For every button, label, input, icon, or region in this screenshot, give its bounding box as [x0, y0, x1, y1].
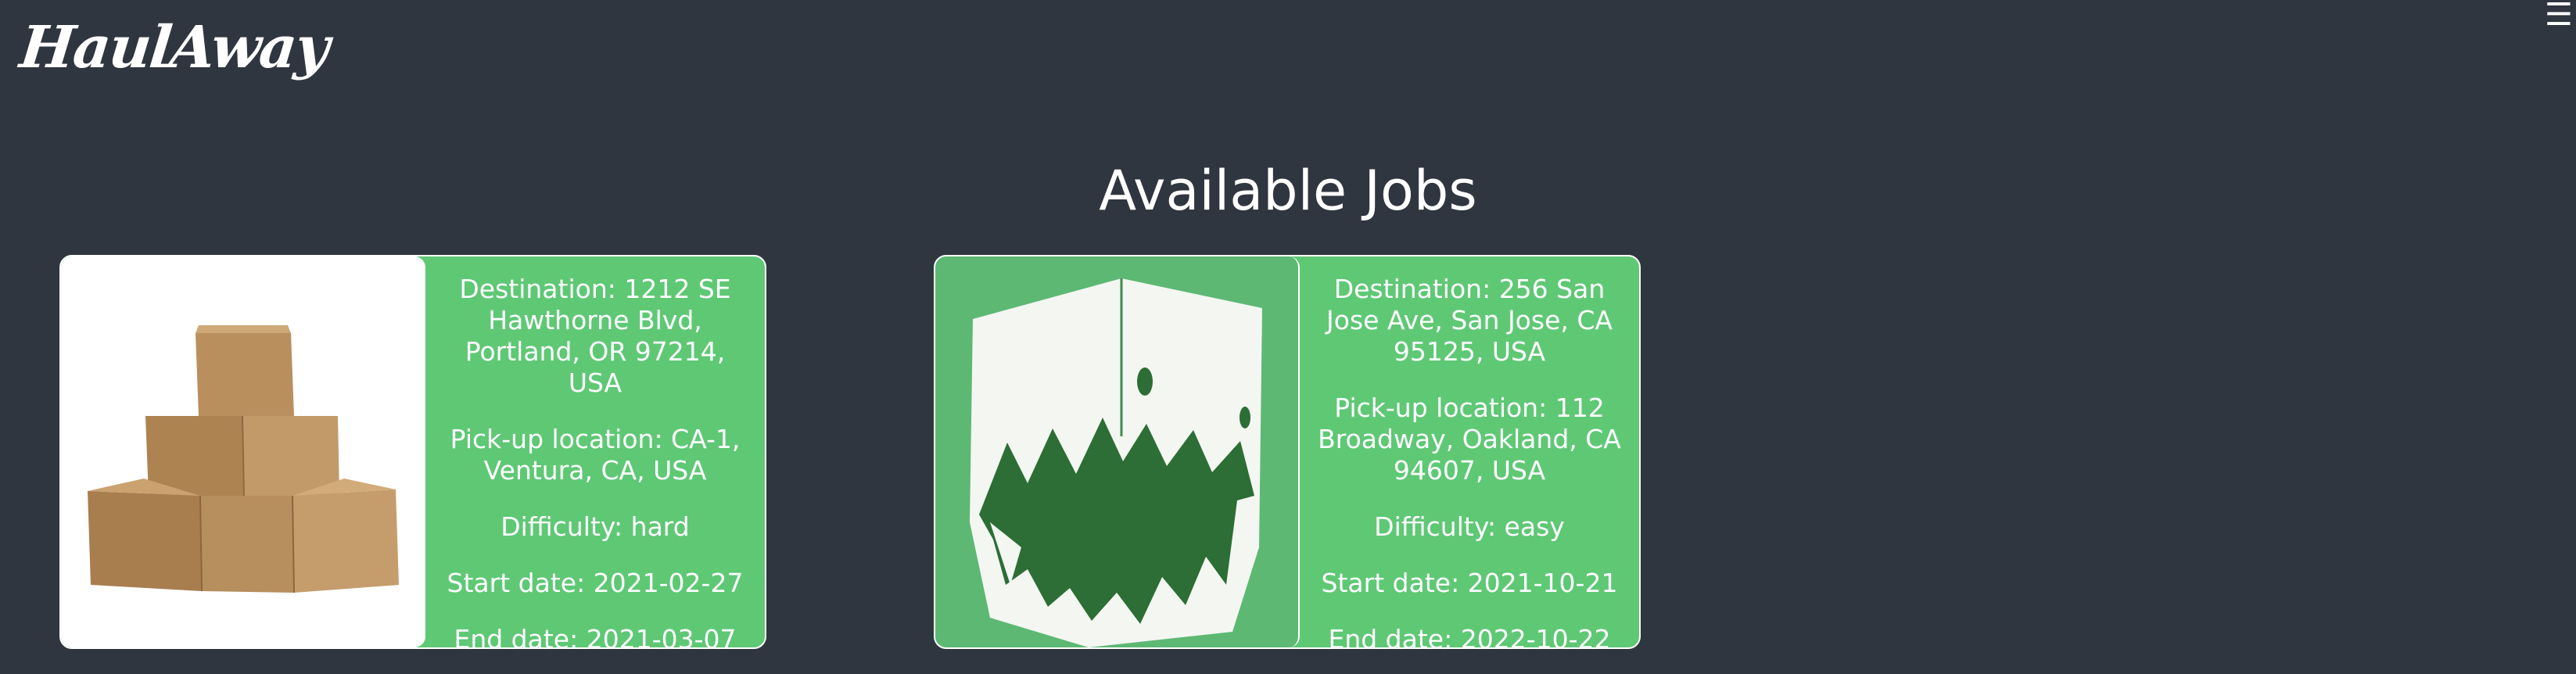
job-destination: Destination: 256 San Jose Ave, San Jose,… [1326, 274, 1613, 367]
page: HaulAway ☰ Available Jobs Destination: 1… [0, 0, 2576, 674]
job-pickup-location: Pick-up location: CA-1, Ventura, CA, USA [450, 424, 741, 486]
page-title: Available Jobs [1099, 159, 1477, 223]
job-details: Destination: 256 San Jose Ave, San Jose,… [1300, 274, 1639, 647]
job-card[interactable]: Destination: 1212 SE Hawthorne Blvd, Por… [59, 255, 766, 649]
job-difficulty: Difficulty: easy [1374, 511, 1565, 542]
hamburger-menu-icon[interactable]: ☰ [2545, 0, 2573, 30]
job-details: Destination: 1212 SE Hawthorne Blvd, Por… [425, 274, 765, 647]
job-end-date: End date: 2021-03-07 [454, 624, 737, 649]
job-start-date: Start date: 2021-10-21 [1321, 568, 1618, 598]
job-difficulty: Difficulty: hard [500, 511, 690, 542]
job-pickup-location: Pick-up location: 112 Broadway, Oakland,… [1318, 393, 1621, 486]
job-destination: Destination: 1212 SE Hawthorne Blvd, Por… [459, 274, 731, 398]
job-start-date: Start date: 2021-02-27 [447, 568, 744, 598]
job-card[interactable]: Destination: 256 San Jose Ave, San Jose,… [934, 255, 1641, 649]
cardboard-boxes-image [61, 256, 425, 647]
green-monster-face-image [935, 256, 1300, 647]
haulaway-logo[interactable]: HaulAway [16, 5, 332, 91]
job-end-date: End date: 2022-10-22 [1328, 624, 1611, 649]
